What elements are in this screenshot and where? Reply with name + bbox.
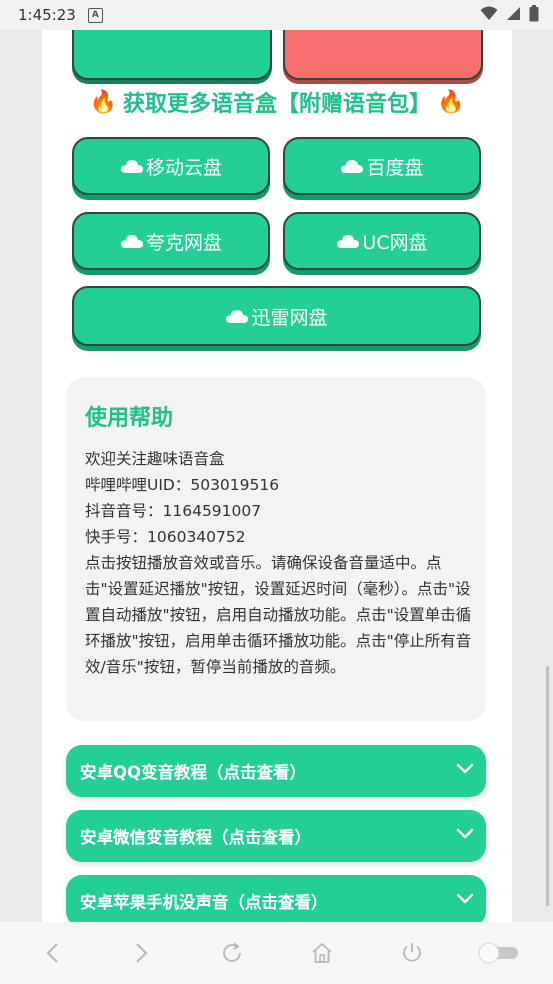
cloud-icon bbox=[341, 160, 364, 173]
xunlei-pan-button[interactable]: 迅雷网盘 bbox=[72, 286, 481, 346]
notification-a-icon: A bbox=[87, 7, 103, 23]
toggle-switch[interactable] bbox=[478, 939, 520, 967]
chevron-left-icon bbox=[46, 943, 58, 963]
chevron-right-icon bbox=[136, 943, 148, 963]
chevron-down-icon bbox=[456, 828, 474, 839]
help-panel: 使用帮助 欢迎关注趣味语音盒 哔哩哔哩UID：503019516 抖音音号：11… bbox=[66, 377, 486, 721]
help-line: 欢迎关注趣味语音盒 bbox=[85, 450, 225, 468]
fire-icon: 🔥 bbox=[89, 89, 117, 115]
status-bar: 1:45:23 A bbox=[0, 0, 553, 30]
help-line: 抖音音号：1164591007 bbox=[85, 502, 262, 520]
cloud-icon bbox=[120, 235, 143, 248]
help-line: 快手号：1060340752 bbox=[85, 528, 246, 546]
button-label: 夸克网盘 bbox=[145, 231, 222, 254]
power-icon bbox=[403, 943, 421, 962]
refresh-icon bbox=[223, 942, 241, 962]
cloud-icon bbox=[337, 235, 360, 248]
help-title: 使用帮助 bbox=[85, 406, 174, 431]
baidu-pan-button[interactable]: 百度盘 bbox=[283, 137, 481, 195]
accordion-label: 安卓微信变音教程（点击查看） bbox=[80, 828, 311, 847]
accordion-label: 安卓苹果手机没声音（点击查看） bbox=[80, 893, 328, 912]
help-line: 哔哩哔哩UID：503019516 bbox=[85, 476, 280, 494]
fire-icon: 🔥 bbox=[437, 89, 465, 115]
battery-icon bbox=[529, 5, 539, 22]
back-button[interactable] bbox=[38, 939, 66, 967]
forward-button[interactable] bbox=[128, 939, 156, 967]
toggle-icon bbox=[478, 942, 518, 964]
accordion-wechat-voice-tutorial[interactable]: 安卓微信变音教程（点击查看） bbox=[66, 810, 486, 862]
button-label: 迅雷网盘 bbox=[251, 306, 328, 329]
help-body: 欢迎关注趣味语音盒 哔哩哔哩UID：503019516 抖音音号：1164591… bbox=[85, 446, 477, 680]
refresh-button[interactable] bbox=[218, 939, 246, 967]
button-label: 移动云盘 bbox=[145, 156, 222, 179]
top-red-button[interactable] bbox=[283, 30, 483, 80]
button-label: UC网盘 bbox=[362, 231, 428, 254]
power-button[interactable] bbox=[398, 939, 426, 967]
mobile-cloud-button[interactable]: 移动云盘 bbox=[72, 137, 270, 195]
button-label: 百度盘 bbox=[366, 156, 424, 179]
scrollbar-thumb[interactable] bbox=[546, 666, 549, 906]
uc-pan-button[interactable]: UC网盘 bbox=[283, 212, 481, 270]
content-card: 🔥 获取更多语音盒【附赠语音包】 🔥 移动云盘 百度盘 夸克网盘 UC网盘 迅雷… bbox=[42, 30, 512, 922]
section-title-text: 获取更多语音盒【附赠语音包】 bbox=[122, 92, 431, 117]
top-green-button[interactable] bbox=[72, 30, 272, 80]
accordion-label: 安卓QQ变音教程（点击查看） bbox=[80, 763, 307, 782]
chevron-down-icon bbox=[456, 763, 474, 774]
accordion-qq-voice-tutorial[interactable]: 安卓QQ变音教程（点击查看） bbox=[66, 745, 486, 797]
home-button[interactable] bbox=[308, 939, 336, 967]
help-line: 点击按钮播放音效或音乐。请确保设备音量适中。点击"设置延迟播放"按钮，设置延迟时… bbox=[85, 554, 472, 676]
quark-pan-button[interactable]: 夸克网盘 bbox=[72, 212, 270, 270]
cloud-icon bbox=[226, 310, 249, 323]
wifi-icon bbox=[480, 6, 498, 20]
section-title: 🔥 获取更多语音盒【附赠语音包】 🔥 bbox=[42, 86, 512, 118]
home-icon bbox=[312, 942, 332, 963]
accordion-no-sound-help[interactable]: 安卓苹果手机没声音（点击查看） bbox=[66, 875, 486, 922]
bottom-nav-bar bbox=[0, 922, 553, 984]
chevron-down-icon bbox=[456, 893, 474, 904]
status-time: 1:45:23 bbox=[18, 6, 76, 24]
cloud-icon bbox=[120, 160, 143, 173]
signal-icon bbox=[507, 7, 520, 20]
